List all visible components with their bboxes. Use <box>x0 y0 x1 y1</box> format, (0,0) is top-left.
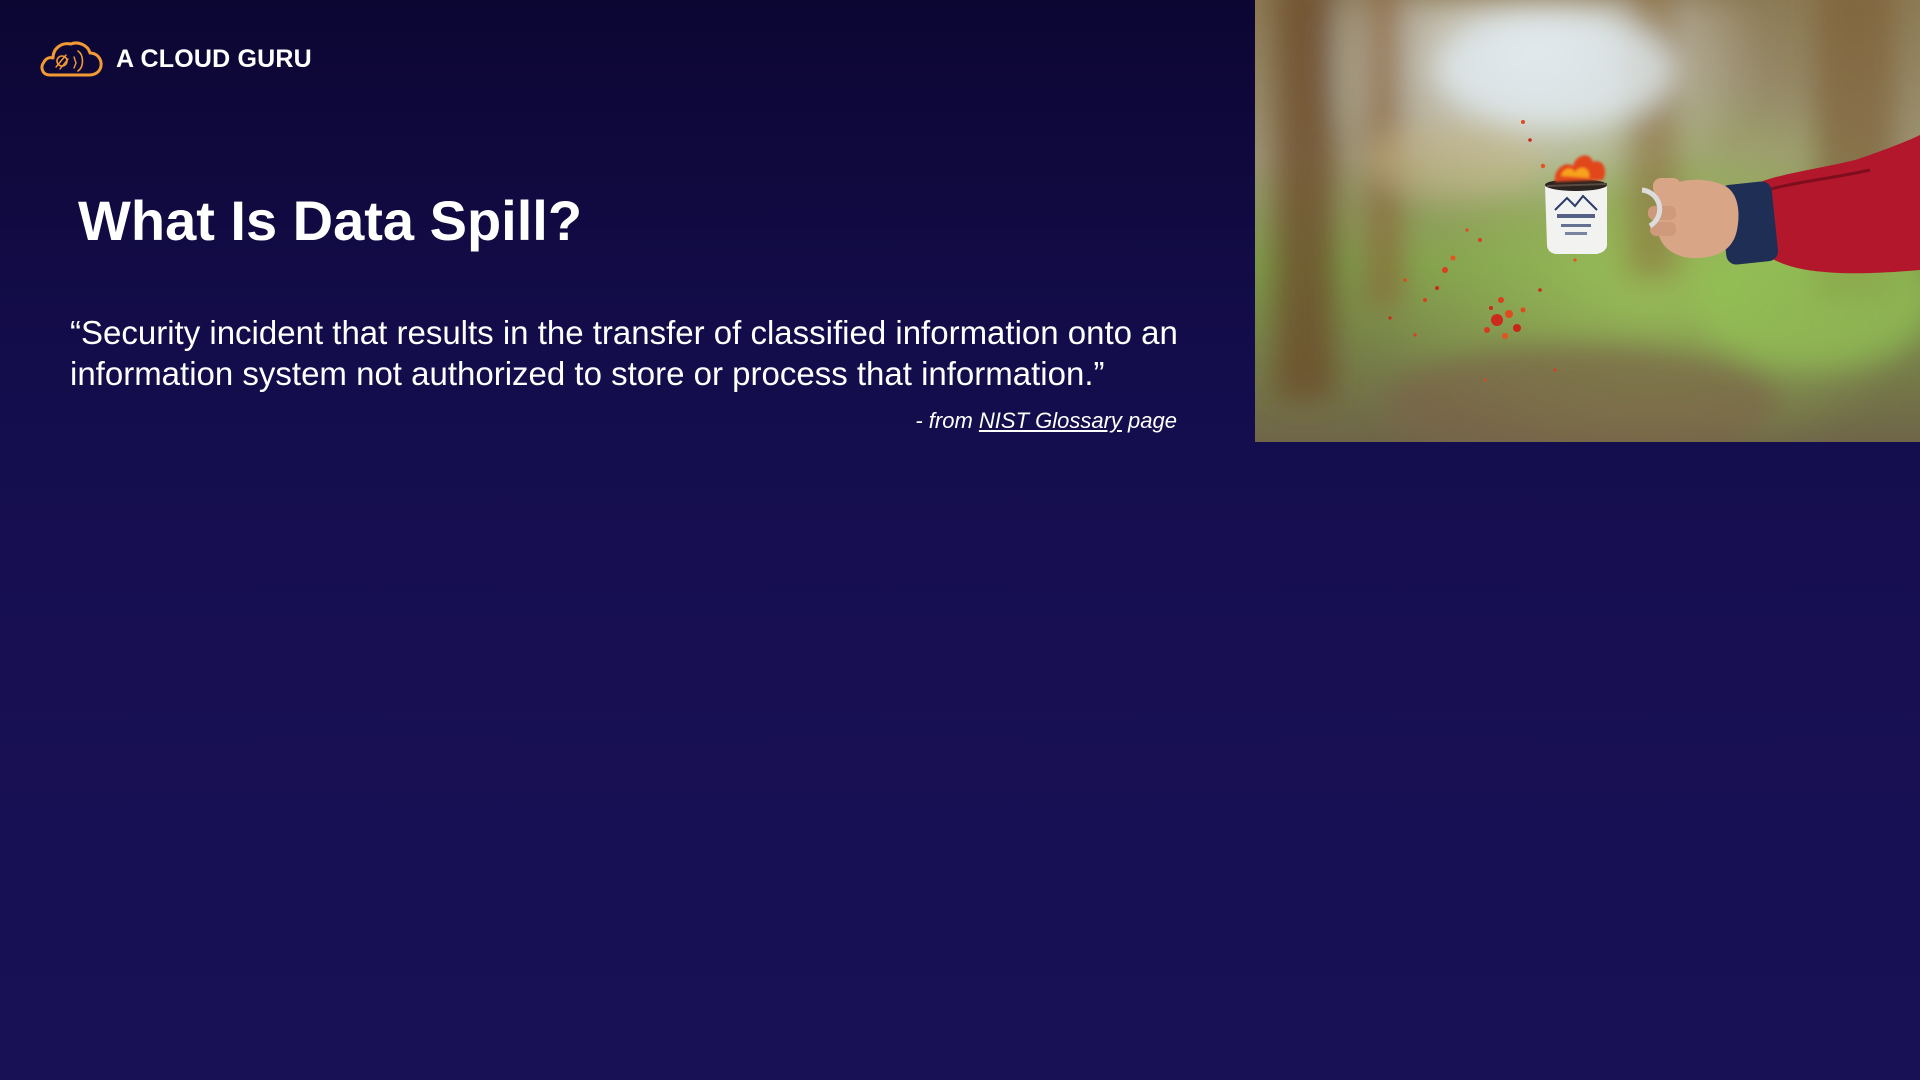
attribution-suffix: page <box>1121 408 1177 433</box>
attribution-prefix: - from <box>915 408 979 433</box>
brand-logo: A CLOUD GURU <box>38 36 312 82</box>
spilled-mug-photo <box>1255 0 1920 442</box>
quote-attribution: - from NIST Glossary page <box>915 406 1177 436</box>
slide-title: What Is Data Spill? <box>78 189 583 252</box>
nist-glossary-link[interactable]: NIST Glossary <box>979 408 1122 433</box>
brand-name: A CLOUD GURU <box>116 44 312 73</box>
definition-quote: “Security incident that results in the t… <box>70 314 1178 392</box>
cloud-icon <box>40 41 103 77</box>
